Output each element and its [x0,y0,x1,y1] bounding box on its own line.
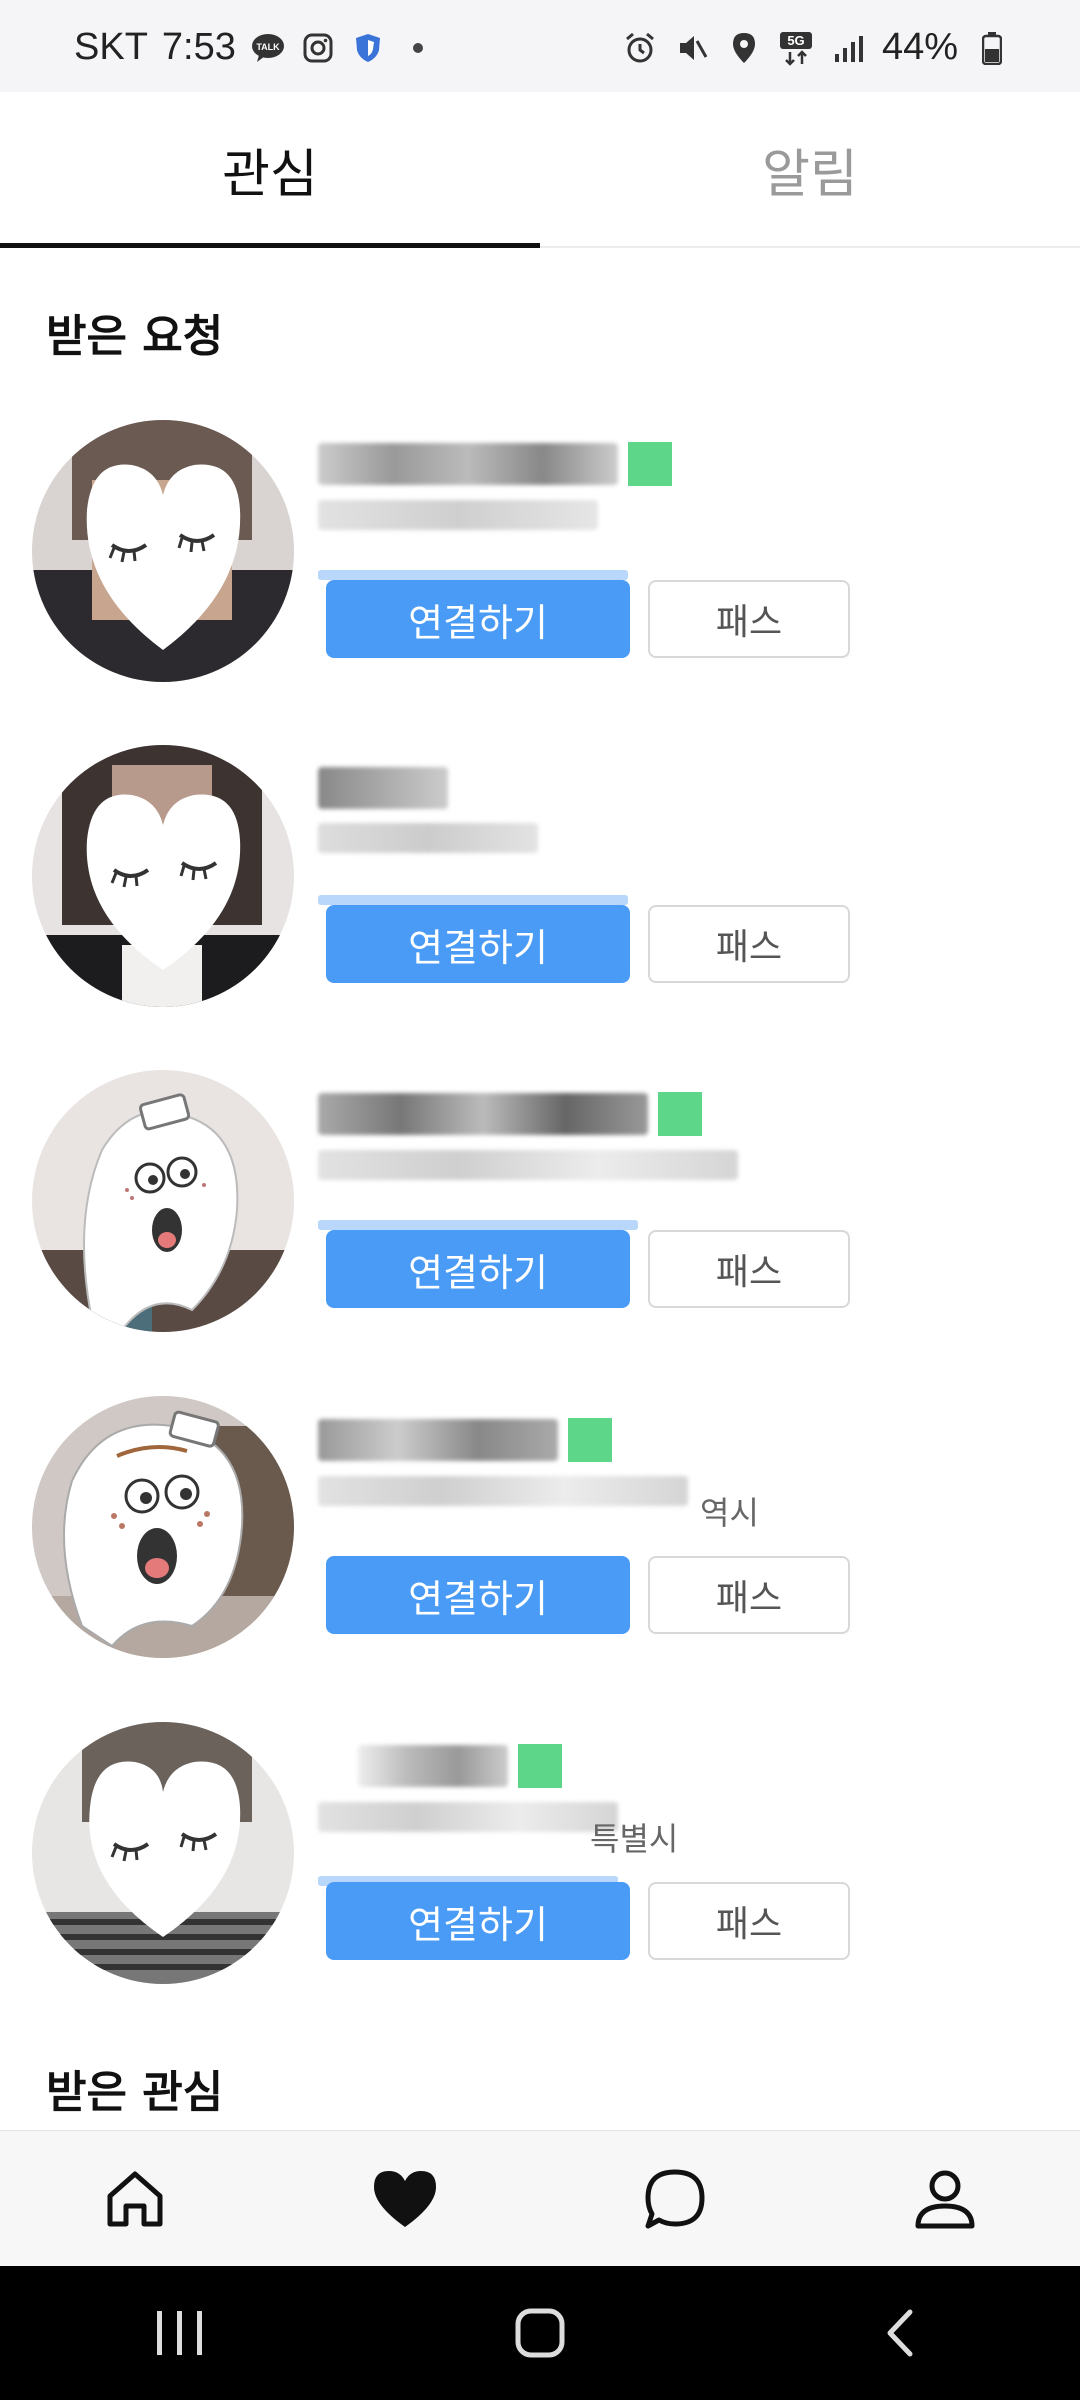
profile-meta-redacted [318,1150,738,1180]
pass-button[interactable]: 패스 [648,1556,850,1634]
profile-meta-redacted [318,823,538,853]
home-icon [107,2171,163,2226]
home-system-button[interactable] [360,2266,720,2400]
nav-interest[interactable] [270,2131,540,2266]
profile-name-redacted [318,443,618,485]
notification-dot-icon [400,30,436,66]
profile-info [318,1418,688,1506]
mute-icon [674,30,710,66]
home-square-icon [515,2308,565,2358]
avatar[interactable] [32,1070,294,1332]
back-chevron-icon [887,2309,913,2357]
heart-icon [374,2170,436,2227]
pass-button[interactable]: 패스 [648,580,850,658]
online-indicator [658,1092,702,1136]
profile-meta-redacted [318,500,598,530]
recent-apps-icon [157,2311,202,2355]
location-text: 특별시 [590,1820,679,1858]
instagram-icon [300,30,336,66]
tab-notifications[interactable]: 알림 [540,92,1080,246]
talk-label: TALK [256,42,280,52]
profile-info [318,767,538,853]
request-card: 연결하기 패스 [0,420,1080,710]
avatar[interactable] [32,1396,294,1658]
location-icon [726,30,762,66]
section-title-received-requests: 받은 요청 [46,311,224,362]
profile-meta-redacted [318,1476,688,1506]
active-tab-indicator [0,243,540,248]
request-card: 특별시 연결하기 패스 [0,1722,1080,2012]
network-5g-icon: 5G [778,30,814,66]
request-card: 연결하기 패스 [0,745,1080,1035]
kakaotalk-icon: TALK [250,30,286,66]
profile-icon [915,2170,975,2228]
connect-button[interactable]: 연결하기 [326,1556,630,1634]
request-card: 연결하기 패스 [0,1070,1080,1360]
progress-bar [318,1220,638,1230]
avatar[interactable] [32,1722,294,1984]
request-card: 역시 연결하기 패스 [0,1396,1080,1686]
profile-info [318,1744,618,1832]
tab-interest[interactable]: 관심 [0,92,540,246]
bottom-navigation [0,2130,1080,2266]
clock: 7:53 [161,26,236,68]
profile-info [318,442,672,530]
tab-bar: 관심 알림 [0,92,1080,248]
connect-button[interactable]: 연결하기 [326,905,630,983]
connect-button[interactable]: 연결하기 [326,580,630,658]
online-indicator [568,1418,612,1462]
shield-icon [350,30,386,66]
pass-button[interactable]: 패스 [648,1882,850,1960]
progress-bar [318,570,628,580]
signal-icon [830,30,866,66]
connect-button[interactable]: 연결하기 [326,1882,630,1960]
profile-name-redacted [318,767,448,809]
connect-button[interactable]: 연결하기 [326,1230,630,1308]
carrier-label: SKT [74,26,148,68]
battery-icon [974,30,1010,66]
recent-apps-button[interactable] [0,2266,360,2400]
nav-chat[interactable] [540,2131,810,2266]
nav-home[interactable] [0,2131,270,2266]
system-navigation-bar [0,2266,1080,2400]
nav-profile[interactable] [810,2131,1080,2266]
chat-icon [645,2169,705,2228]
avatar[interactable] [32,745,294,1007]
location-text: 역시 [700,1494,759,1532]
section-title-received-interest: 받은 관심 [46,2067,224,2118]
profile-name-redacted [358,1745,508,1787]
online-indicator [628,442,672,486]
profile-name-redacted [318,1093,648,1135]
pass-button[interactable]: 패스 [648,1230,850,1308]
profile-name-redacted [318,1419,558,1461]
alarm-icon [622,30,658,66]
network-label: 5G [787,33,804,48]
online-indicator [518,1744,562,1788]
battery-percent: 44% [881,26,958,68]
profile-info [318,1092,738,1180]
profile-meta-redacted [318,1802,618,1832]
back-button[interactable] [720,2266,1080,2400]
pass-button[interactable]: 패스 [648,905,850,983]
avatar[interactable] [32,420,294,682]
status-bar: SKT 7:53 TALK 5G 44% [0,0,1080,92]
progress-bar [318,895,628,905]
